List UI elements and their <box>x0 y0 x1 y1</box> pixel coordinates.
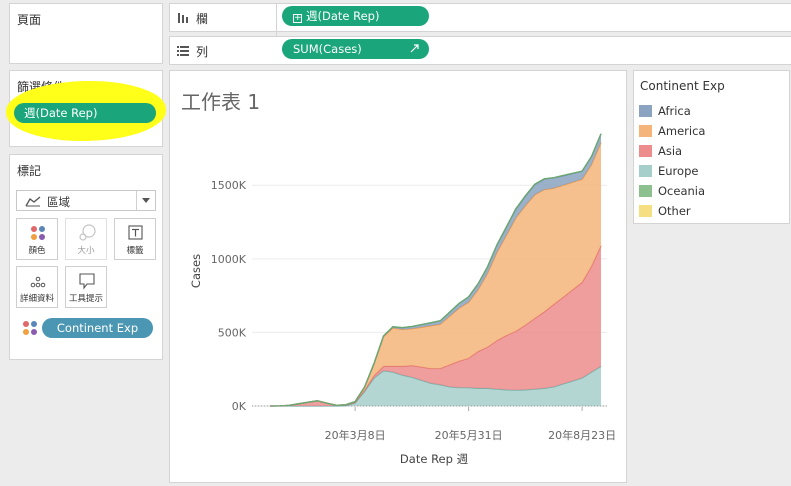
columns-shelf: 欄 <box>169 3 791 32</box>
rows-pill-sum-cases[interactable]: SUM(Cases) <box>282 39 429 59</box>
y-tick-label: 1500K <box>211 179 247 192</box>
legend-swatch <box>639 125 652 137</box>
tooltip-button-label: 工具提示 <box>68 294 103 304</box>
mark-type-label: 區域 <box>47 195 70 209</box>
tooltip-button[interactable]: 工具提示 <box>65 266 107 308</box>
legend-panel: Continent Exp Africa America Asia Europe… <box>633 70 790 224</box>
tooltip-bubble-icon <box>79 273 95 290</box>
legend-item-other[interactable]: Other <box>639 204 691 220</box>
legend-swatch <box>639 165 652 177</box>
legend-swatch <box>639 145 652 157</box>
legend-swatch <box>639 205 652 217</box>
legend-item-oceania[interactable]: Oceania <box>639 184 705 200</box>
label-button[interactable]: 標籤 <box>114 218 156 260</box>
color-dots-icon <box>31 226 45 240</box>
legend-item-america[interactable]: America <box>639 124 705 140</box>
color-button-label: 顏色 <box>28 246 46 256</box>
label-button-label: 標籤 <box>126 246 144 256</box>
rows-pill-label: SUM(Cases) <box>293 42 362 56</box>
legend-label: Asia <box>658 144 683 158</box>
size-button-label: 大小 <box>77 246 95 256</box>
y-tick-label: 1000K <box>211 253 247 266</box>
chevron-down-icon <box>142 198 150 203</box>
mark-type-dropdown[interactable]: 區域 <box>16 190 156 211</box>
rows-shelf: 列 <box>169 36 791 65</box>
area-chart-icon <box>25 196 41 207</box>
pages-panel-title: 頁面 <box>17 13 42 27</box>
columns-pill-date-rep[interactable]: + 週(Date Rep) <box>282 6 429 26</box>
marks-panel-title: 標記 <box>17 164 42 178</box>
size-icon <box>79 224 96 241</box>
pages-panel: 頁面 <box>9 3 163 64</box>
legend-title: Continent Exp <box>640 79 725 93</box>
legend-item-europe[interactable]: Europe <box>639 164 698 180</box>
x-tick-label: 20年3月8日 <box>325 428 386 442</box>
delta-link-icon <box>410 44 419 53</box>
color-button[interactable]: 顏色 <box>16 218 58 260</box>
y-axis-title: Cases <box>189 254 203 288</box>
legend-label: America <box>658 124 706 138</box>
x-tick-label: 20年8月23日 <box>548 428 616 442</box>
detail-button-label: 詳細資料 <box>19 294 54 304</box>
y-tick-label: 500K <box>218 326 247 339</box>
detail-dots-icon <box>30 276 46 288</box>
columns-icon <box>178 13 188 23</box>
detail-button[interactable]: 詳細資料 <box>16 266 58 308</box>
worksheet-panel: 工作表 1 0K 500K 1000K 1500K 20年3月8日 20年5月31日 20年… <box>169 70 627 483</box>
color-pill-continent-exp[interactable]: Continent Exp <box>42 318 153 338</box>
x-tick-label: 20年5月31日 <box>435 428 503 442</box>
legend-label: Oceania <box>658 184 706 198</box>
legend-swatch <box>639 185 652 197</box>
marks-panel: 標記 區域 顏色 大小 標籤 詳細資料 工具提示 Continent Exp <box>9 154 163 360</box>
legend-label: Europe <box>658 164 699 178</box>
size-button[interactable]: 大小 <box>65 218 107 260</box>
dropdown-divider <box>136 191 137 210</box>
y-tick-label: 0K <box>232 400 247 413</box>
x-axis-title: Date Rep 週 <box>400 452 469 466</box>
legend-item-africa[interactable]: Africa <box>639 104 691 120</box>
legend-label: Other <box>658 204 691 218</box>
area-chart: 0K 500K 1000K 1500K 20年3月8日 20年5月31日 20年8月23日 D… <box>189 133 616 466</box>
color-pill-label: Continent Exp <box>56 321 139 335</box>
color-dots-icon <box>23 321 37 335</box>
rows-icon <box>177 46 189 56</box>
filter-pill-label: 週(Date Rep) <box>24 106 98 120</box>
label-text-icon <box>128 225 143 240</box>
legend-swatch <box>639 105 652 117</box>
plus-box-icon: + <box>293 13 302 23</box>
columns-shelf-label: 欄 <box>196 12 209 26</box>
legend-item-asia[interactable]: Asia <box>639 144 682 160</box>
rows-shelf-label: 列 <box>196 45 209 59</box>
filter-pill-date-rep[interactable]: 週(Date Rep) <box>14 103 156 123</box>
columns-pill-label: 週(Date Rep) <box>306 9 380 23</box>
legend-label: Africa <box>658 104 691 118</box>
